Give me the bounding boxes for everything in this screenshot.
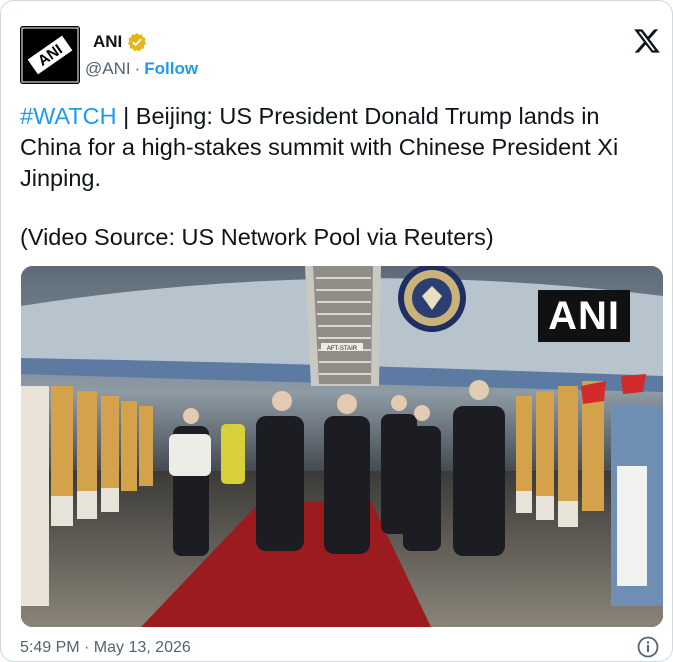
tweet-text: #WATCH | Beijing: US President Donald Tr… (20, 101, 660, 194)
author-name[interactable]: ANI (93, 32, 122, 52)
x-logo-icon[interactable] (633, 28, 661, 54)
white-jacket (169, 434, 211, 476)
author-handle-row: @ANI · Follow (85, 59, 198, 79)
presidential-seal-icon (398, 266, 466, 332)
tweet-source-line: (Video Source: US Network Pool via Reute… (20, 224, 494, 250)
author-handle[interactable]: @ANI (85, 59, 131, 79)
separator-dot: · (134, 59, 141, 78)
hashtag-link[interactable]: #WATCH (20, 103, 117, 129)
ani-watermark: ANI (538, 290, 630, 342)
follow-button[interactable]: Follow (144, 59, 198, 79)
tweet-card[interactable]: ANI ANI @ANI · Follow #WATCH | Beijing: … (0, 0, 673, 662)
author-avatar[interactable]: ANI (20, 26, 80, 84)
tweet-video[interactable]: AFT-STAIR ANI (21, 266, 663, 627)
stair-label: AFT-STAIR (327, 346, 358, 352)
hi-vis-vest (221, 424, 245, 484)
ani-logo-icon: ANI (20, 26, 80, 84)
air-stairs: AFT-STAIR (305, 266, 381, 386)
crowd-left (21, 386, 49, 606)
verified-badge-icon (128, 32, 147, 52)
info-circle-icon[interactable] (637, 636, 659, 658)
author-name-row[interactable]: ANI (93, 32, 147, 52)
tweet-timestamp[interactable]: 5:49 PM · May 13, 2026 (20, 639, 191, 657)
